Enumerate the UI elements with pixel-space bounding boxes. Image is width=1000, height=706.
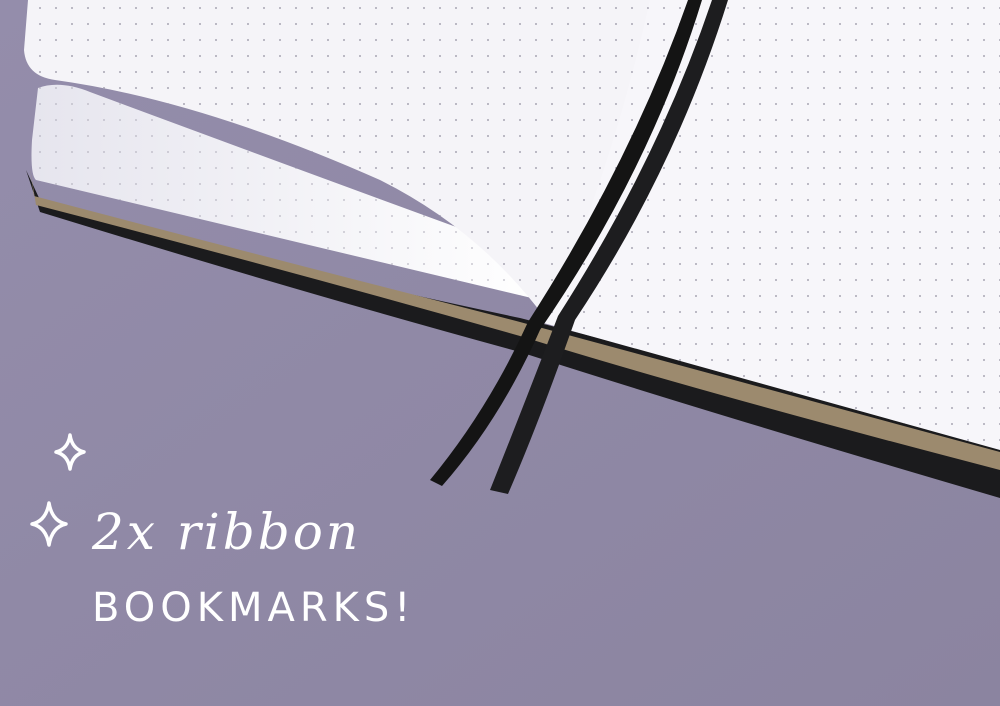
- sparkle-icon: [30, 501, 68, 547]
- sparkle-icon: [54, 433, 86, 471]
- product-photo: 2x ribbon BOOKMARKS!: [0, 0, 1000, 706]
- notebook-illustration: [0, 0, 1000, 706]
